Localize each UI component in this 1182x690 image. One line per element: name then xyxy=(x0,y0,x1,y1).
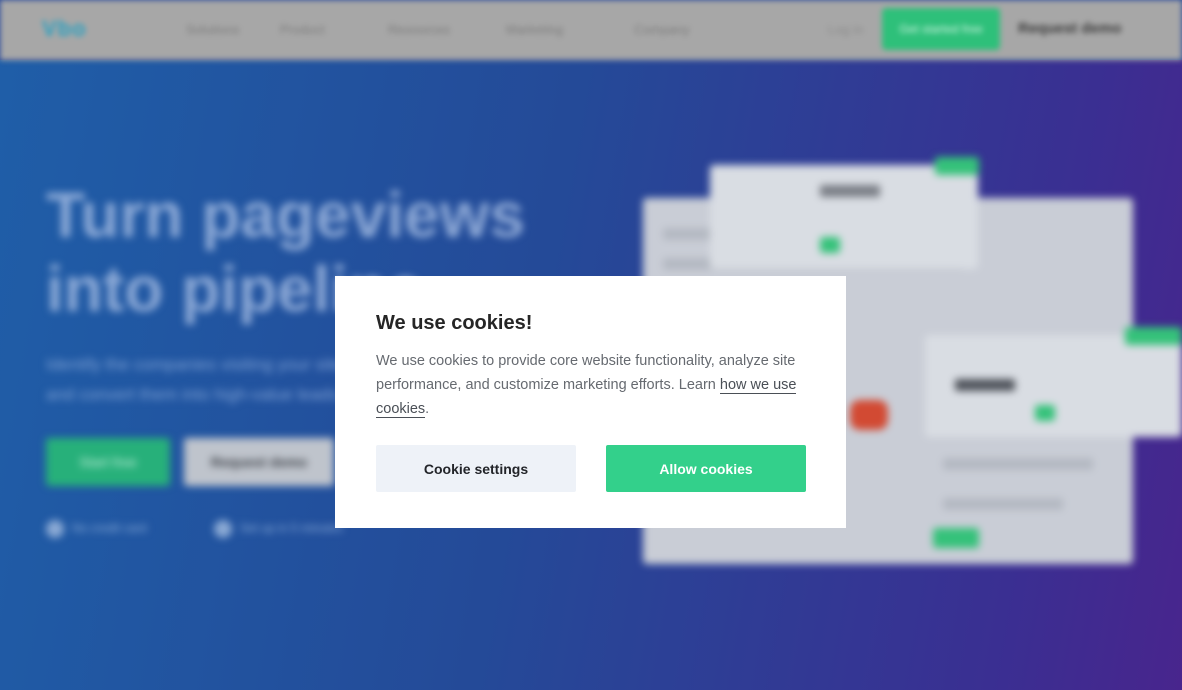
trust-label: No credit card xyxy=(72,521,147,536)
screenshot-line xyxy=(943,458,1093,470)
floating-card xyxy=(710,157,979,269)
site-logo[interactable]: Vbo xyxy=(42,16,87,42)
clock-icon xyxy=(214,520,232,538)
cookie-dialog-title: We use cookies! xyxy=(376,312,533,334)
nav-item-resources[interactable]: Resources xyxy=(388,22,450,37)
nav-item-product[interactable]: Product xyxy=(280,22,325,37)
hero-subtext: Identify the companies visiting your sit… xyxy=(46,355,342,404)
check-icon xyxy=(46,520,64,538)
hero-headline-line1: Turn pageviews xyxy=(46,179,525,251)
trust-label: Set up in 5 minutes xyxy=(240,521,343,536)
request-demo-link[interactable]: Request demo xyxy=(1018,20,1121,37)
trust-item: Set up in 5 minutes xyxy=(214,520,343,538)
hero-start-button[interactable]: Start free xyxy=(46,438,170,486)
trust-item: No credit card xyxy=(46,520,147,538)
screenshot-badge xyxy=(933,528,979,548)
cookie-consent-dialog: We use cookies! We use cookies to provid… xyxy=(335,276,846,528)
cookie-dialog-body: We use cookies to provide core website f… xyxy=(376,349,801,421)
hero-demo-button[interactable]: Request demo xyxy=(184,438,334,486)
card-status xyxy=(1035,405,1055,421)
screenshot-line xyxy=(943,498,1063,510)
floating-card xyxy=(925,327,1182,437)
card-line xyxy=(955,379,1015,391)
nav-item-marketing[interactable]: Marketing xyxy=(506,22,563,37)
cookie-settings-button[interactable]: Cookie settings xyxy=(376,445,576,492)
login-link[interactable]: Log in xyxy=(828,22,863,37)
card-badge xyxy=(1125,327,1182,345)
nav-item-company[interactable]: Company xyxy=(634,22,690,37)
top-navigation: Vbo Solutions Product Resources Marketin… xyxy=(0,0,1182,60)
card-line xyxy=(820,185,880,197)
cookie-body-end: . xyxy=(425,401,430,417)
card-badge xyxy=(935,157,979,175)
screenshot-marker xyxy=(850,400,888,430)
card-status xyxy=(820,237,840,253)
nav-item-solutions[interactable]: Solutions xyxy=(186,22,239,37)
allow-cookies-button[interactable]: Allow cookies xyxy=(606,445,806,492)
get-started-button[interactable]: Get started free xyxy=(882,8,1000,50)
